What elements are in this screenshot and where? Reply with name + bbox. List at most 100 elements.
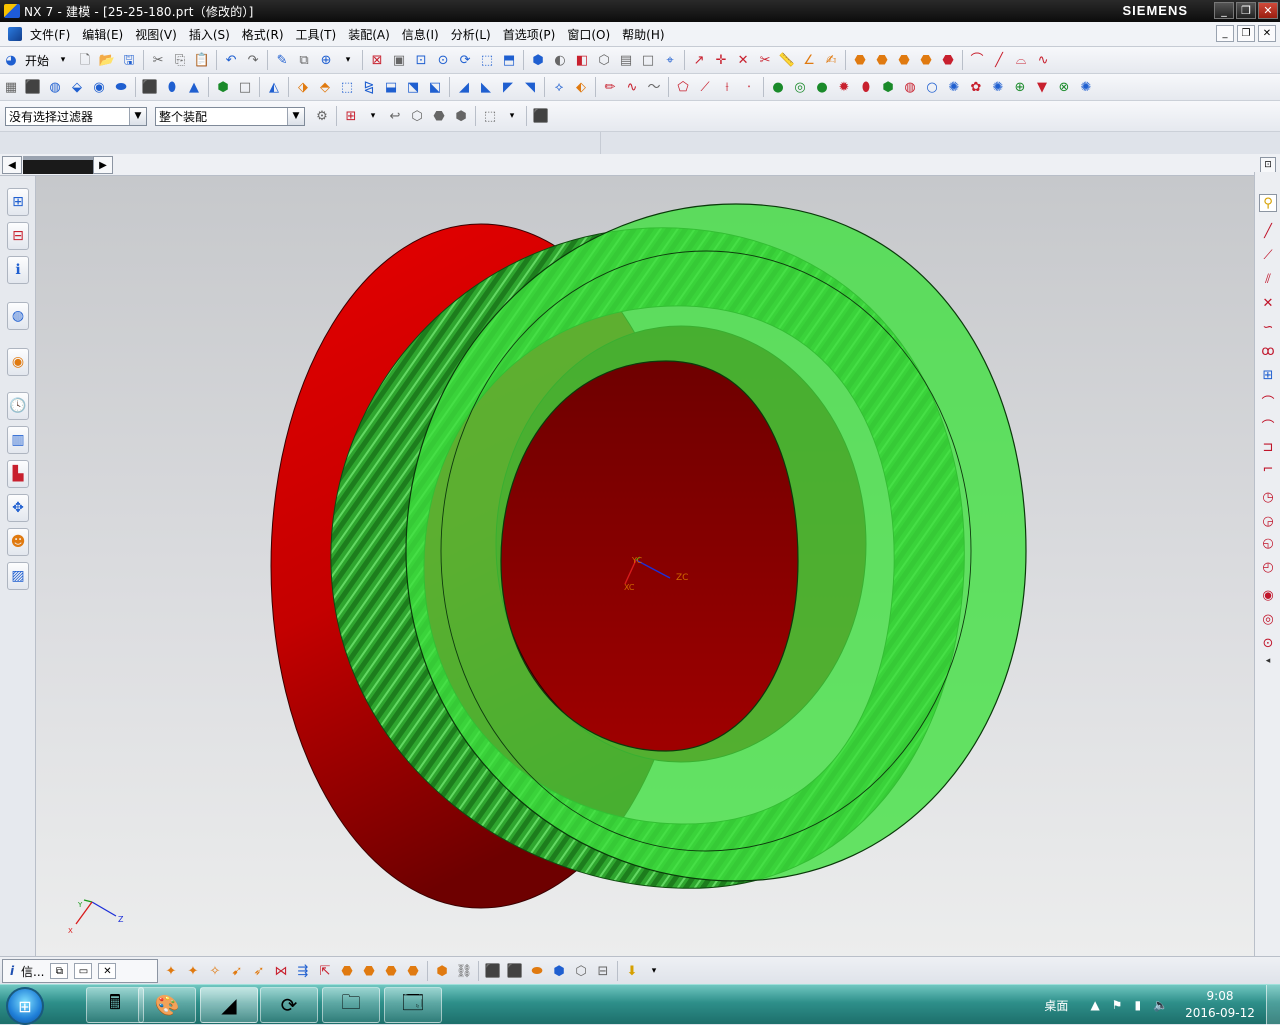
gear-tool-10-icon[interactable]: ✿ [967,77,985,97]
show-desktop-button[interactable] [1266,985,1280,1025]
active-tab-indicator[interactable] [23,156,93,174]
gear-tool-8-icon[interactable]: ○ [923,77,941,97]
gear-tool-6-icon[interactable]: ⬢ [879,77,897,97]
shade-icon[interactable]: ◐ [551,50,569,70]
more-icon[interactable]: ▾ [339,50,357,70]
curve-icon[interactable]: ⌒ [968,50,986,70]
taskbar-browser-icon[interactable]: ⟳ [260,987,318,1023]
info-window-tab[interactable]: i 信... ⧉ ▭ ✕ [2,959,158,983]
block-icon[interactable]: ⬛ [141,77,159,97]
fit-view-icon[interactable]: ⊠ [368,50,386,70]
type-filter-dropdown-icon[interactable]: ▼ [129,107,146,125]
chamfer-icon[interactable]: ⬗ [294,77,312,97]
gear-model-view[interactable]: ZC XC YC Z X Y [36,176,1254,956]
taskbar-nx-icon[interactable]: ◢ [200,987,258,1023]
gear-tool-15-icon[interactable]: ✺ [1077,77,1095,97]
bottom-tool-20-icon[interactable]: ⊟ [594,961,612,981]
start-button[interactable]: 开始 [22,52,52,69]
deselect-icon[interactable]: ↩ [386,106,404,126]
taskbar-explorer-icon[interactable]: 🗀 [322,987,380,1023]
clock[interactable]: 9:08 2016-09-12 [1174,988,1266,1022]
palette-icon[interactable]: ▙ [7,460,29,488]
bottom-tool-12-icon[interactable]: ⬣ [404,961,422,981]
menu-insert[interactable]: 插入(S) [183,26,236,43]
snap-more-icon[interactable]: ◂ [1259,652,1277,670]
quadrant-point-icon[interactable]: ꝏ [1259,342,1277,360]
render-style-icon[interactable]: ⬢ [529,50,547,70]
info-maximize-icon[interactable]: ▭ [74,963,93,979]
bottom-tool-19-icon[interactable]: ⬡ [572,961,590,981]
zoom-window-icon[interactable]: ▣ [390,50,408,70]
menu-window[interactable]: 窗口(O) [561,26,616,43]
bottom-tool-17-icon[interactable]: ⬬ [528,961,546,981]
gear-tool-14-icon[interactable]: ⊗ [1055,77,1073,97]
mid-point-icon[interactable]: ⟋ [1259,246,1277,264]
bottom-tool-8-icon[interactable]: ⇱ [316,961,334,981]
blend-icon[interactable]: ◭ [265,77,283,97]
system-materials-icon[interactable]: ▥ [7,426,29,454]
gear-tool-4-icon[interactable]: ✹ [835,77,853,97]
filter-settings-icon[interactable]: ⚙ [313,106,331,126]
menu-help[interactable]: 帮助(H) [616,26,670,43]
menu-edit[interactable]: 编辑(E) [76,26,129,43]
bottom-tool-6-icon[interactable]: ⋈ [272,961,290,981]
point-select-icon[interactable]: ✛ [712,50,730,70]
bottom-tool-21-icon[interactable]: ⬇ [623,961,641,981]
gear-tool-7-icon[interactable]: ◍ [901,77,919,97]
rectangle-select-dropdown-icon[interactable]: ▾ [503,106,521,126]
menu-tools[interactable]: 工具(T) [290,26,343,43]
mirror-icon[interactable]: ⧎ [360,77,378,97]
desktop-toolbar-label[interactable]: 桌面 [1044,997,1068,1014]
surface-icon[interactable]: ◢ [455,77,473,97]
cone-icon[interactable]: ▲ [185,77,203,97]
curve-on-face-icon[interactable]: ∿ [623,77,641,97]
datum-csys-icon[interactable]: ⟊ [718,77,736,97]
snap-dropdown-icon[interactable]: ▾ [364,106,382,126]
edit-object-icon[interactable]: ✎ [273,50,291,70]
menu-assembly[interactable]: 装配(A) [342,26,396,43]
menu-view[interactable]: 视图(V) [129,26,183,43]
bottom-tool-7-icon[interactable]: ⇶ [294,961,312,981]
gear-tool-5-icon[interactable]: ⬮ [857,77,875,97]
open-folder-icon[interactable]: 📂 [98,50,116,70]
snap-enable-icon[interactable]: ⚲ [1259,194,1277,212]
snap-toggle-icon[interactable]: ⊞ [342,106,360,126]
bottom-more-icon[interactable]: ▾ [645,961,663,981]
graphics-window[interactable]: ZC XC YC Z X Y [36,176,1254,956]
select-face-icon[interactable]: ⬣ [430,106,448,126]
bottom-tool-13-icon[interactable]: ⬢ [433,961,451,981]
undo-icon[interactable]: ↶ [222,50,240,70]
subtract-icon[interactable]: □ [236,77,254,97]
network-icon[interactable]: ▮ [1134,998,1141,1012]
revolve-icon[interactable]: ◍ [46,77,64,97]
bottom-tool-15-icon[interactable]: ⬛ [484,961,502,981]
history-icon[interactable]: 🕓 [7,392,29,420]
gear-tool-9-icon[interactable]: ✺ [945,77,963,97]
bottom-tool-4-icon[interactable]: ➹ [228,961,246,981]
bottom-tool-14-icon[interactable]: ⛓ [455,961,473,981]
offset-face-icon[interactable]: ⬕ [426,77,444,97]
gear-tool-13-icon[interactable]: ▼ [1033,77,1051,97]
pattern-icon[interactable]: ⬚ [338,77,356,97]
constraint-icon[interactable]: ⬣ [895,50,913,70]
menu-preferences[interactable]: 首选项(P) [497,26,562,43]
boss-icon[interactable]: ⬬ [112,77,130,97]
intersect-icon[interactable]: ✕ [734,50,752,70]
system-scenes-icon[interactable]: ▨ [7,562,29,590]
part-navigator-icon[interactable]: ℹ [7,256,29,284]
minimize-button[interactable]: _ [1214,2,1234,19]
quick-pick-icon[interactable]: ⬛ [532,106,550,126]
info-restore-icon[interactable]: ⧉ [50,963,69,979]
sweep-icon[interactable]: ⬙ [68,77,86,97]
select-body-icon[interactable]: ⬡ [408,106,426,126]
redo-icon[interactable]: ↷ [244,50,262,70]
intersection-point-icon[interactable]: ✕ [1259,294,1277,312]
pole-icon[interactable]: ⌐ [1259,460,1277,478]
tray-expand-icon[interactable]: ▲ [1090,998,1099,1012]
constraint-navigator-icon[interactable]: ⊟ [7,222,29,250]
taskbar-calculator-icon[interactable]: 🖩 [86,987,144,1023]
mate-icon[interactable]: ⬣ [917,50,935,70]
rectangle-select-icon[interactable]: ⬚ [481,106,499,126]
line-icon[interactable]: ╱ [990,50,1008,70]
save-icon[interactable]: 🖫 [120,50,138,70]
